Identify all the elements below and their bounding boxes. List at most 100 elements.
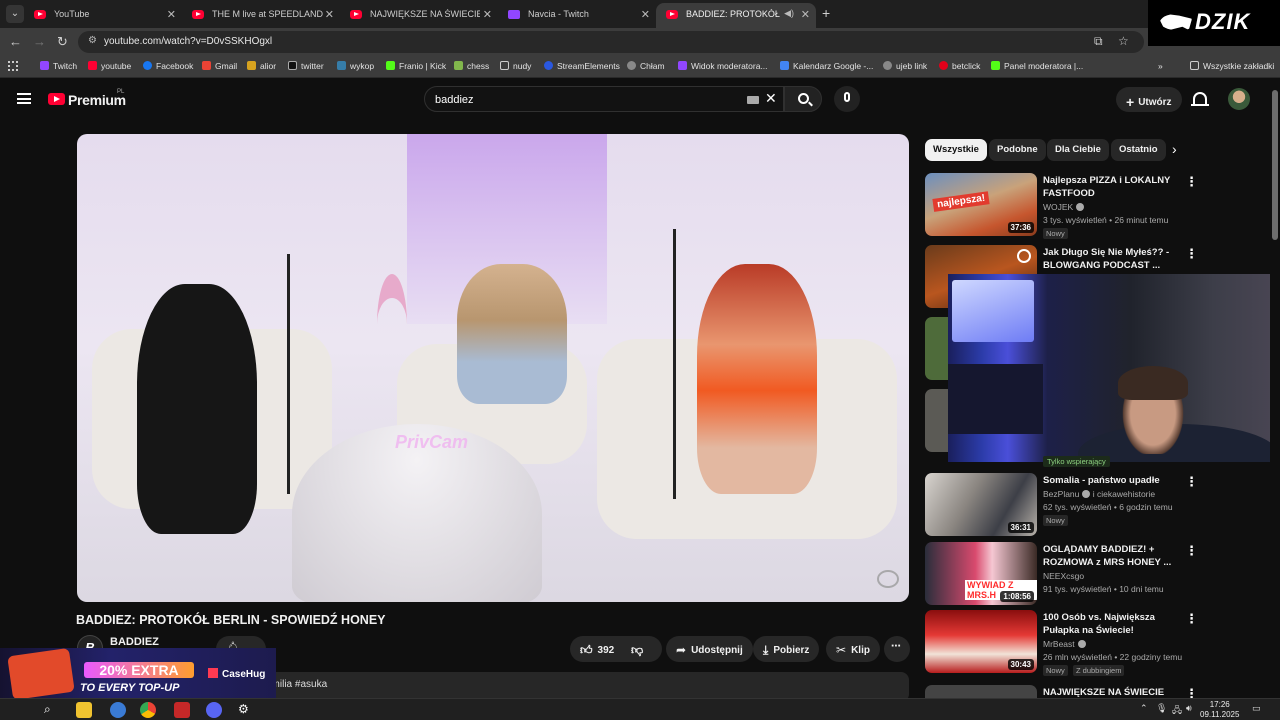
recommended-video[interactable]: 36:31 Somalia - państwo upadłe BezPlanu …: [925, 473, 1265, 537]
clear-search-icon[interactable]: ✕: [765, 90, 777, 107]
bookmark-nudy[interactable]: nudy: [500, 61, 531, 71]
voice-search-button[interactable]: [834, 86, 860, 112]
browser-tab-1[interactable]: YouTube ✕: [24, 3, 182, 28]
reload-icon[interactable]: ↻: [57, 34, 68, 50]
search-button[interactable]: [784, 86, 822, 112]
install-app-icon[interactable]: ⧉: [1094, 34, 1103, 49]
app-icon[interactable]: [110, 702, 126, 718]
browser-tab-2[interactable]: THE M live at SPEEDLAND FEST✕: [182, 3, 340, 28]
close-icon[interactable]: ✕: [167, 8, 176, 21]
url-text[interactable]: youtube.com/watch?v=D0vSSKHOgxl: [104, 36, 272, 47]
bookmark-gmail[interactable]: Gmail: [202, 61, 237, 71]
bookmark-betclick[interactable]: betclick: [939, 61, 980, 71]
network-icon[interactable]: 🖧: [1172, 703, 1182, 719]
browser-tab-5-active[interactable]: BADDIEZ: PROTOKÓŁ BERLI◀)✕: [656, 3, 816, 28]
close-icon[interactable]: ✕: [483, 8, 492, 21]
clip-button[interactable]: ✂ Klip: [826, 636, 880, 662]
bookmark-kalendarz[interactable]: Kalendarz Google -...: [780, 61, 873, 71]
chip-all[interactable]: Wszystkie: [925, 139, 987, 161]
bookmark-star-icon[interactable]: ☆: [1118, 34, 1129, 48]
chevron-right-icon[interactable]: ›: [1172, 141, 1177, 157]
video-title[interactable]: NAJWIĘKSZE NA ŚWIECIE: [1043, 686, 1183, 698]
address-bar[interactable]: ⚙ youtube.com/watch?v=D0vSSKHOgxl ⧉ ☆: [78, 31, 1144, 53]
channel-name[interactable]: NEEXcsgo: [1043, 571, 1084, 581]
channel-name[interactable]: WOJEK: [1043, 202, 1085, 212]
bookmark-facebook[interactable]: Facebook: [143, 61, 193, 71]
more-vert-icon[interactable]: ⋮: [1185, 686, 1198, 698]
video-thumbnail-partial[interactable]: [925, 389, 948, 452]
bookmark-twitch[interactable]: Twitch: [40, 61, 77, 71]
forward-arrow-icon[interactable]: →: [33, 34, 46, 49]
search-input[interactable]: baddiez: [435, 94, 474, 106]
notifications-icon[interactable]: ▭: [1252, 703, 1261, 714]
app-icon[interactable]: [174, 702, 190, 718]
browser-tab-3[interactable]: NAJWIĘKSZE NA ŚWIECIE ZAW✕: [340, 3, 498, 28]
watch-later-clock-icon[interactable]: [1017, 249, 1031, 263]
recommended-video[interactable]: NAJWIĘKSZE NA ŚWIECIE ⋮: [925, 685, 1265, 698]
speaker-icon[interactable]: ◀): [784, 8, 794, 19]
all-bookmarks-button[interactable]: Wszystkie zakładki: [1190, 61, 1274, 71]
video-thumbnail[interactable]: najlepsza! 37:36: [925, 173, 1037, 236]
menu-hamburger-icon[interactable]: [17, 93, 31, 104]
bookmark-wykop[interactable]: wykop: [337, 61, 374, 71]
recommended-video[interactable]: 30:43 100 Osób vs. Największa Pułapka na…: [925, 610, 1265, 676]
microphone-icon[interactable]: 🎙︎: [1156, 703, 1167, 714]
create-button[interactable]: + Utwórz: [1116, 87, 1182, 112]
more-vert-icon[interactable]: ⋮: [1185, 543, 1198, 559]
browser-tab-4[interactable]: Navcia - Twitch ✕: [498, 3, 656, 28]
chip-similar[interactable]: Podobne: [989, 139, 1046, 161]
video-title[interactable]: Najlepsza PIZZA i LOKALNY FASTFOOD: [1043, 174, 1183, 200]
thumbs-down-icon[interactable]: 👎︎: [631, 643, 643, 657]
video-player[interactable]: PrivCam: [77, 134, 909, 602]
bookmark-chess[interactable]: chess: [454, 61, 489, 71]
close-icon[interactable]: ✕: [325, 8, 334, 21]
apps-grid-icon[interactable]: [8, 61, 18, 71]
more-vert-icon[interactable]: ⋮: [1185, 174, 1198, 190]
video-title[interactable]: Somalia - państwo upadłe: [1043, 474, 1183, 487]
channel-name[interactable]: MrBeast: [1043, 639, 1086, 649]
bookmark-widok-moderatora[interactable]: Widok moderatora...: [678, 61, 768, 71]
scrollbar-thumb[interactable]: [1272, 90, 1278, 240]
recommended-video[interactable]: najlepsza! 37:36 Najlepsza PIZZA i LOKAL…: [925, 173, 1265, 239]
more-vert-icon[interactable]: ⋮: [1185, 611, 1198, 627]
back-arrow-icon[interactable]: ←: [9, 34, 22, 49]
bookmark-chlam[interactable]: Chłam: [627, 61, 665, 71]
bookmarks-overflow-icon[interactable]: »: [1158, 61, 1163, 71]
settings-gear-icon[interactable]: ⚙: [238, 702, 254, 718]
thumbs-up-icon[interactable]: 👍︎: [580, 643, 593, 657]
close-icon[interactable]: ✕: [801, 8, 810, 21]
youtube-logo-icon[interactable]: [48, 93, 65, 105]
bookmark-twitter[interactable]: twitter: [288, 61, 324, 71]
share-button[interactable]: ➦ Udostępnij: [666, 636, 753, 662]
search-box[interactable]: baddiez ✕: [424, 86, 784, 112]
tray-chevron-icon[interactable]: ⌃: [1140, 703, 1148, 714]
discord-icon[interactable]: [206, 702, 222, 718]
new-tab-plus-icon[interactable]: +: [822, 5, 830, 21]
bookmark-ujeb-link[interactable]: ujeb link: [883, 61, 927, 71]
video-title[interactable]: 100 Osób vs. Największa Pułapka na Świec…: [1043, 611, 1183, 637]
search-icon[interactable]: ⌕: [44, 702, 60, 718]
channel-name[interactable]: BezPlanu i ciekawehistorie: [1043, 489, 1155, 499]
video-thumbnail[interactable]: 30:43: [925, 610, 1037, 673]
recommended-video[interactable]: WYWIAD Z MRS.H 1:08:56 OGLĄDAMY BADDIEZ!…: [925, 542, 1265, 606]
close-icon[interactable]: ✕: [641, 8, 650, 21]
more-vert-icon[interactable]: ⋮: [1185, 246, 1198, 262]
video-thumbnail[interactable]: [925, 685, 1037, 698]
video-thumbnail[interactable]: WYWIAD Z MRS.H 1:08:56: [925, 542, 1037, 605]
page-scrollbar[interactable]: [1270, 80, 1280, 698]
bookmark-panel-moderatora[interactable]: Panel moderatora |...: [991, 61, 1083, 71]
system-clock[interactable]: 17:26 09.11.2025: [1200, 700, 1239, 720]
tab-search-button[interactable]: ⌄: [6, 5, 24, 23]
like-count[interactable]: 392: [598, 645, 615, 656]
download-button[interactable]: ⤓ Pobierz: [753, 636, 820, 662]
bookmark-streamelements[interactable]: StreamElements: [544, 61, 620, 71]
channel-name[interactable]: BADDIEZ: [110, 636, 159, 648]
volume-icon[interactable]: 🔊︎: [1186, 703, 1192, 714]
notifications-bell-icon[interactable]: [1191, 92, 1209, 106]
file-explorer-icon[interactable]: [76, 702, 92, 718]
video-title[interactable]: Jak Długo Się Nie Myłeś?? - BLOWGANG POD…: [1043, 246, 1183, 272]
video-title[interactable]: OGLĄDAMY BADDIEZ! + ROZMOWA z MRS HONEY …: [1043, 543, 1183, 569]
bookmark-kick[interactable]: Franio | Kick: [386, 61, 446, 71]
video-thumbnail[interactable]: 36:31: [925, 473, 1037, 536]
bookmark-youtube[interactable]: youtube: [88, 61, 131, 71]
